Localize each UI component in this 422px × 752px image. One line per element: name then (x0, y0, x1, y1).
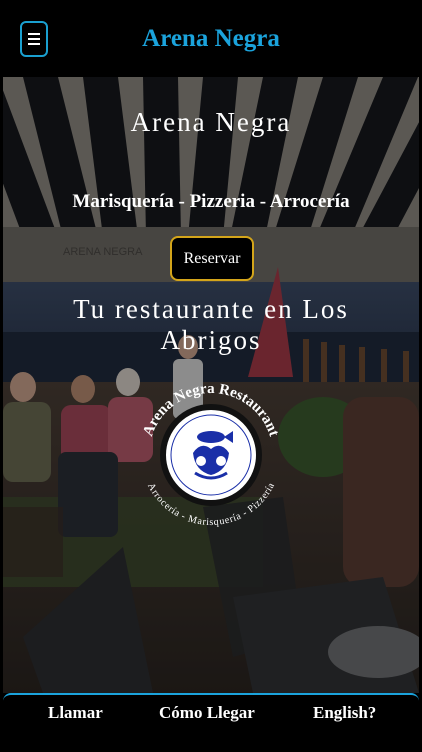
hero-section: ARENA NEGRA Arena Negra Marisquería - Pi… (3, 77, 419, 693)
app-frame: Arena Negra ARENA NEGRA Arena Negra Mari… (3, 5, 419, 747)
brand-title[interactable]: Arena Negra (3, 25, 419, 53)
call-link[interactable]: Llamar (48, 703, 103, 723)
hero-title: Arena Negra (130, 107, 292, 137)
directions-link[interactable]: Cómo Llegar (159, 703, 255, 723)
top-navbar: Arena Negra (3, 5, 419, 77)
bottom-navbar: Llamar Cómo Llegar English? (3, 693, 419, 747)
hero-subtitle: Marisquería - Pizzeria - Arrocería (72, 191, 350, 212)
english-language-link[interactable]: English? (313, 703, 376, 723)
reserve-button[interactable]: Reservar (170, 236, 254, 281)
hero-tagline: Tu restaurante en Los Abrigos (73, 294, 349, 355)
restaurant-logo: Arena Negra Restaurant Arrocería - Maris… (140, 381, 281, 528)
